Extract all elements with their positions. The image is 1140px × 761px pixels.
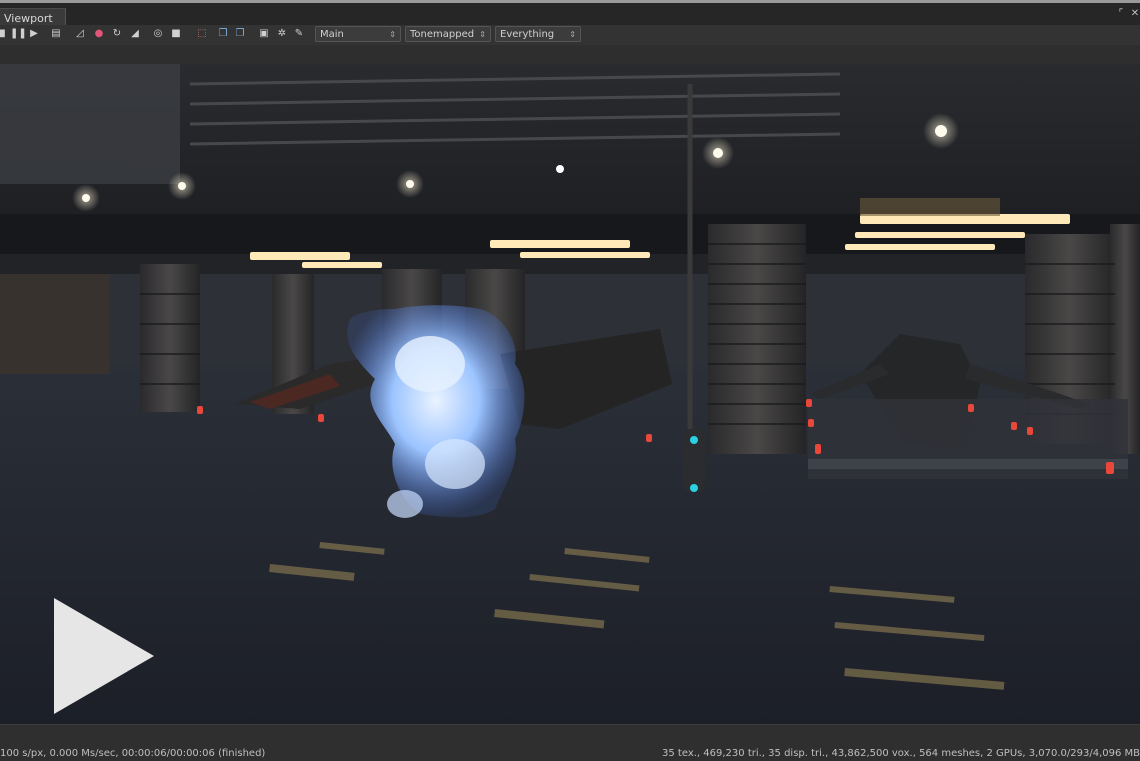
- lock-camera-icon[interactable]: ◎: [151, 27, 165, 41]
- duplicate-icon[interactable]: ❐: [233, 27, 247, 41]
- pause-icon[interactable]: ❚❚: [10, 27, 27, 41]
- chevron-updown-icon: ⇕: [389, 30, 396, 39]
- close-icon[interactable]: ✕: [1128, 7, 1140, 21]
- copy-icon[interactable]: ❐: [216, 27, 230, 41]
- screenshot-icon[interactable]: ▤: [49, 27, 63, 41]
- pixel-filter-icon[interactable]: ◢: [128, 27, 142, 41]
- rendered-scene: [0, 64, 1140, 724]
- render-viewport[interactable]: [0, 64, 1140, 724]
- toolbar: ■ ❚❚ ▶ ▤ ◿ ● ↻ ◢ ◎ ■ ⬚ ❐ ❐ ▣ ✲ ✎ Main ⇕ Tonemapped ⇕ Ev…: [0, 25, 1140, 45]
- display-icon[interactable]: ▣: [257, 27, 271, 41]
- toolbar-separator: [0, 45, 1140, 64]
- interactive-region-icon[interactable]: ⬚: [195, 27, 209, 41]
- layers-value: Everything: [500, 29, 555, 40]
- tab-bar: Viewport ⌜ ✕: [0, 3, 1140, 28]
- chevron-updown-icon: ⇕: [479, 30, 486, 39]
- wrench-icon[interactable]: ✎: [292, 27, 306, 41]
- render-region-icon[interactable]: ◿: [73, 27, 87, 41]
- viewport-window: Viewport ⌜ ✕ ■ ❚❚ ▶ ▤ ◿ ● ↻ ◢ ◎ ■ ⬚ ❐ ❐ ▣ ✲ ✎ Main ⇕ To…: [0, 0, 1140, 761]
- stop-icon[interactable]: ■: [0, 27, 8, 41]
- play-icon[interactable]: [54, 598, 154, 714]
- settings-icon[interactable]: ✲: [275, 27, 289, 41]
- color-picker-icon[interactable]: ●: [92, 27, 106, 41]
- display-mode-value: Tonemapped: [410, 29, 475, 40]
- scene-stats-text: 35 tex., 469,230 tri., 35 disp. tri., 43…: [662, 748, 1140, 759]
- chevron-updown-icon: ⇕: [569, 30, 576, 39]
- render-progress-text: 100 s/px, 0.000 Ms/sec, 00:00:06/00:00:0…: [0, 748, 266, 759]
- play-icon[interactable]: ▶: [27, 27, 41, 41]
- refresh-icon[interactable]: ↻: [110, 27, 124, 41]
- display-mode-dropdown[interactable]: Tonemapped ⇕: [405, 26, 491, 42]
- clear-icon[interactable]: ■: [169, 27, 183, 41]
- camera-dropdown[interactable]: Main ⇕: [315, 26, 401, 42]
- status-bar: 100 s/px, 0.000 Ms/sec, 00:00:06/00:00:0…: [0, 724, 1140, 761]
- layers-dropdown[interactable]: Everything ⇕: [495, 26, 581, 42]
- maximize-icon[interactable]: ⌜: [1114, 7, 1128, 21]
- camera-dropdown-value: Main: [320, 29, 344, 40]
